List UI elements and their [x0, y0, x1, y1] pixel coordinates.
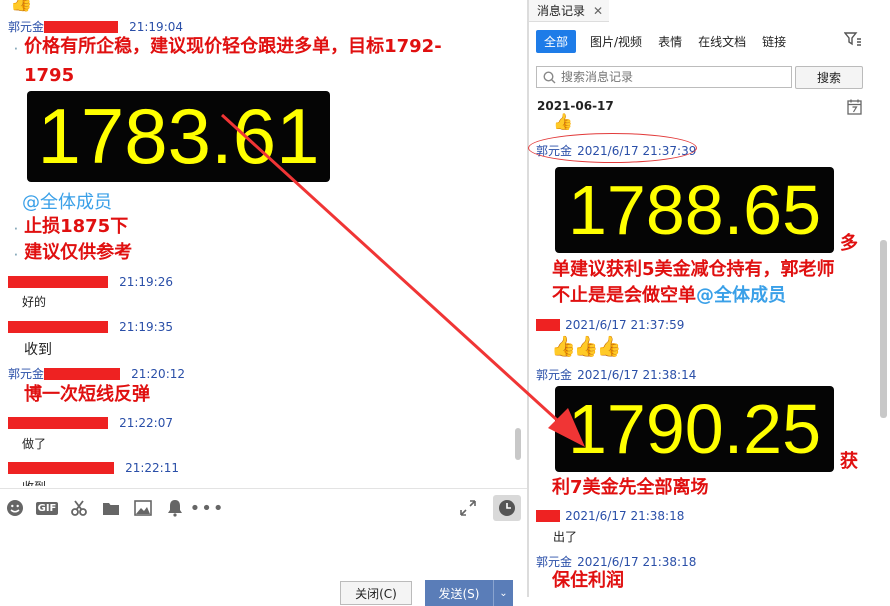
thumbs-up-icon: 👍 [551, 334, 576, 358]
close-button[interactable]: 关闭(C) [340, 581, 412, 605]
price-ticker-image[interactable]: 1790.25 [555, 386, 834, 472]
price-ticker-image[interactable]: 1788.65 [555, 167, 834, 253]
stop-loss-text: · 止损1875下 [14, 216, 129, 237]
message-text: 收到 [24, 342, 52, 358]
filter-tabs: 全部 图片/视频 表情 在线文档 链接 [536, 30, 786, 53]
message-header: 21:22:11 [8, 457, 179, 476]
message-text: 多 [840, 233, 858, 254]
message-text: 获 [840, 451, 858, 472]
message-time: 21:19:35 [119, 320, 173, 334]
message-time: 21:19:04 [129, 20, 184, 34]
sender-name: 郭元金 [536, 555, 573, 569]
send-button[interactable]: 发送(S) [425, 580, 493, 606]
tab-images-videos[interactable]: 图片/视频 [590, 33, 642, 50]
date-label: 2021-06-17 [537, 99, 614, 113]
search-box[interactable] [536, 66, 792, 88]
message-header: 21:19:26 [8, 271, 173, 290]
message-text: 好的 [22, 295, 47, 309]
mention-all[interactable]: @全体成员 [696, 285, 786, 306]
message-time: 2021/6/17 21:37:59 [565, 318, 685, 332]
thumbs-up-row: 👍👍👍 [551, 334, 622, 358]
tab-online-docs[interactable]: 在线文档 [698, 33, 746, 50]
sender-name: 郭元金 [8, 20, 45, 34]
tab-stickers[interactable]: 表情 [658, 33, 682, 50]
close-icon[interactable]: ✕ [593, 4, 603, 18]
gif-icon[interactable]: GIF [35, 497, 59, 519]
disclaimer-text: · 建议仅供参考 [14, 242, 133, 263]
chat-pane: 👍 郭元金 21:19:04 · 价格有所企稳，建议现价轻仓跟进多单，目标179… [0, 0, 527, 606]
calendar-icon[interactable] [847, 99, 862, 119]
message-time: 2021/6/17 21:38:18 [565, 509, 685, 523]
panel-title: 消息记录 [537, 4, 586, 18]
mention-all[interactable]: @全体成员 [22, 188, 112, 214]
search-icon [543, 70, 556, 83]
message-time: 21:19:26 [119, 275, 173, 289]
message-text: 价格有所企稳，建议现价轻仓跟进多单，目标1792- [24, 36, 442, 57]
sender-name: 郭元金 [8, 367, 45, 381]
message-header: 21:19:35 [8, 316, 173, 335]
emoji-icon[interactable] [4, 497, 26, 519]
message-text: 不止是是会做空单@全体成员 [552, 285, 786, 306]
redacted-name [8, 320, 108, 333]
send-options-chevron-icon[interactable]: ⌄ [493, 580, 513, 606]
message-time: 21:22:11 [125, 461, 179, 475]
input-toolbar: GIF ••• [4, 497, 224, 519]
highlight-circle [528, 133, 697, 163]
message-header: 郭元金 21:19:04 [8, 16, 183, 35]
history-header: 2021/6/17 21:37:59 [536, 314, 684, 333]
send-button-group: 发送(S) ⌄ [425, 580, 513, 606]
redacted-name [536, 318, 560, 331]
message-text: 博一次短线反弹 [24, 384, 150, 405]
filter-icon[interactable] [843, 31, 862, 51]
thumbs-up-icon: 👍 [573, 334, 599, 358]
tab-all[interactable]: 全部 [536, 30, 577, 53]
message-text: 单建议获利5美金减仓持有，郭老师 [552, 259, 835, 280]
message-header: 21:22:07 [8, 412, 173, 431]
redacted-name [536, 509, 560, 522]
expand-icon[interactable] [457, 497, 479, 519]
history-scrollbar[interactable] [880, 240, 887, 418]
thumbs-up-icon: 👍 [596, 334, 622, 358]
history-clock-icon[interactable] [493, 495, 521, 521]
message-text: 利7美金先全部离场 [552, 477, 709, 498]
message-time: 2021/6/17 21:38:18 [577, 555, 697, 569]
history-header: 郭元金 2021/6/17 21:38:14 [536, 364, 696, 383]
chat-scrollbar[interactable] [515, 428, 521, 460]
search-input[interactable] [561, 70, 781, 84]
thumbs-up-icon: 👍 [553, 112, 573, 131]
image-icon[interactable] [132, 497, 154, 519]
message-time: 2021/6/17 21:38:14 [577, 368, 697, 382]
message-text: 1795 [24, 65, 75, 86]
search-button[interactable]: 搜索 [795, 66, 863, 89]
message-header: 郭元金 21:20:12 [8, 363, 185, 382]
message-text: 保住利润 [552, 570, 624, 591]
redacted-name [8, 461, 114, 474]
message-text: 出了 [553, 530, 578, 544]
message-time: 21:20:12 [131, 367, 186, 381]
panel-tab[interactable]: 消息记录 ✕ [529, 0, 609, 22]
message-text: 做了 [22, 437, 47, 451]
more-icon[interactable]: ••• [190, 497, 224, 519]
redacted-name [8, 275, 108, 288]
redacted-name [44, 367, 121, 380]
thumbs-up-icon: 👍 [10, 0, 33, 13]
divider [0, 488, 527, 489]
history-panel: 消息记录 ✕ 全部 图片/视频 表情 在线文档 链接 搜索 2021-06-17… [528, 0, 890, 597]
message-time: 21:22:07 [119, 416, 173, 430]
redacted-name [8, 416, 108, 429]
message-body: · 价格有所企稳，建议现价轻仓跟进多单，目标1792- 1795 [14, 34, 442, 89]
price-ticker-image[interactable]: 1783.61 [27, 91, 330, 182]
redacted-name [44, 20, 119, 33]
bell-icon[interactable] [164, 497, 186, 519]
tab-links[interactable]: 链接 [762, 33, 786, 50]
message-text: 收到 [22, 478, 46, 486]
folder-icon[interactable] [100, 497, 122, 519]
sender-name: 郭元金 [536, 368, 573, 382]
history-header: 2021/6/17 21:38:18 [536, 505, 684, 524]
scissors-icon[interactable] [68, 497, 90, 519]
